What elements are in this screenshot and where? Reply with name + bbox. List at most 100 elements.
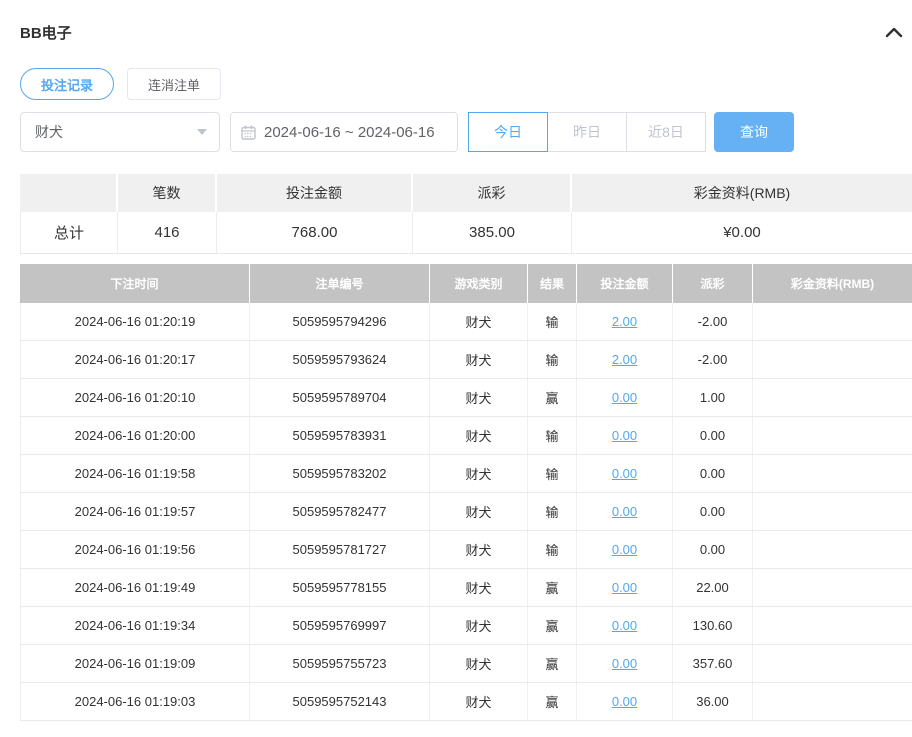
bet-amount-link[interactable]: 0.00 [612,466,637,481]
order-number-cell: 5059595769997 [250,607,430,644]
bonus-info-cell [753,417,912,454]
bet-amount-cell: 0.00 [577,417,673,454]
payout-cell: 0.00 [673,455,753,492]
bet-records-table: 下注时间注单编号游戏类别结果投注金额派彩彩金资料(RMB) 2024-06-16… [20,264,912,721]
payout-cell: 0.00 [673,531,753,568]
bet-time-cell: 2024-06-16 01:19:03 [20,683,250,720]
today-button[interactable]: 今日 [468,112,548,152]
bet-time-cell: 2024-06-16 01:20:19 [20,303,250,340]
bet-amount-cell: 0.00 [577,493,673,530]
total-count: 416 [118,212,217,253]
record-type-tabs: 投注记录 连消注单 [20,68,912,100]
bet-time-cell: 2024-06-16 01:19:49 [20,569,250,606]
table-row: 2024-06-16 01:20:105059595789704财犬赢0.001… [20,379,912,417]
game-type-cell: 财犬 [430,607,528,644]
bet-amount-cell: 2.00 [577,303,673,340]
payout-cell: -2.00 [673,303,753,340]
game-type-cell: 财犬 [430,493,528,530]
table-row: 2024-06-16 01:19:575059595782477财犬输0.000… [20,493,912,531]
bet-amount-link[interactable]: 0.00 [612,428,637,443]
table-header-row: 下注时间注单编号游戏类别结果投注金额派彩彩金资料(RMB) [20,264,912,303]
table-body: 2024-06-16 01:20:195059595794296财犬输2.00-… [20,303,912,721]
bet-time-cell: 2024-06-16 01:19:09 [20,645,250,682]
bonus-info-cell [753,493,912,530]
bonus-info-cell [753,303,912,340]
bet-amount-link[interactable]: 2.00 [612,314,637,329]
bet-amount-cell: 0.00 [577,683,673,720]
bonus-info-cell [753,531,912,568]
column-header-order-number: 注单编号 [250,264,430,303]
bet-time-cell: 2024-06-16 01:19:57 [20,493,250,530]
order-number-cell: 5059595755723 [250,645,430,682]
collapse-button[interactable] [884,24,904,40]
bonus-info-cell [753,455,912,492]
game-select-value: 财犬 [35,122,63,142]
game-select[interactable]: 财犬 [20,112,220,152]
bet-amount-cell: 0.00 [577,455,673,492]
yesterday-button[interactable]: 昨日 [547,112,627,152]
payout-cell: 1.00 [673,379,753,416]
last-8-days-button[interactable]: 近8日 [626,112,706,152]
chevron-up-icon [885,26,903,38]
column-header-result: 结果 [528,264,577,303]
bet-amount-link[interactable]: 0.00 [612,618,637,633]
bet-amount-link[interactable]: 0.00 [612,694,637,709]
bet-amount-link[interactable]: 2.00 [612,352,637,367]
tab-label: 连消注单 [148,75,200,94]
order-number-cell: 5059595752143 [250,683,430,720]
bonus-info-cell [753,645,912,682]
result-cell: 赢 [528,645,577,682]
quick-date-buttons: 今日 昨日 近8日 [468,112,706,152]
bet-time-cell: 2024-06-16 01:19:56 [20,531,250,568]
tab-cancelled-orders[interactable]: 连消注单 [127,68,221,100]
bet-amount-link[interactable]: 0.00 [612,504,637,519]
summary-header-row: 笔数 投注金额 派彩 彩金资料(RMB) [20,174,912,212]
total-label: 总计 [20,212,118,253]
summary-total-row: 总计 416 768.00 385.00 ¥0.00 [20,212,912,254]
order-number-cell: 5059595793624 [250,341,430,378]
summary-header-blank [20,174,118,212]
payout-cell: 130.60 [673,607,753,644]
game-type-cell: 财犬 [430,683,528,720]
game-type-cell: 财犬 [430,417,528,454]
date-range-value: 2024-06-16 ~ 2024-06-16 [264,124,435,141]
summary-header-count: 笔数 [118,174,217,212]
order-number-cell: 5059595794296 [250,303,430,340]
search-button[interactable]: 查询 [714,112,794,152]
result-cell: 输 [528,341,577,378]
bet-time-cell: 2024-06-16 01:19:34 [20,607,250,644]
bonus-info-cell [753,569,912,606]
column-header-bonus-info: 彩金资料(RMB) [753,264,912,303]
game-type-cell: 财犬 [430,455,528,492]
filter-bar: 财犬 2024-06-16 ~ 2024-06-16 今日 昨日 近8日 [20,112,912,152]
order-number-cell: 5059595783931 [250,417,430,454]
panel-header: BB电子 [20,22,912,42]
table-row: 2024-06-16 01:20:005059595783931财犬输0.000… [20,417,912,455]
result-cell: 赢 [528,379,577,416]
game-type-cell: 财犬 [430,303,528,340]
table-row: 2024-06-16 01:19:495059595778155财犬赢0.002… [20,569,912,607]
total-payout: 385.00 [413,212,572,253]
game-type-cell: 财犬 [430,569,528,606]
date-range-picker[interactable]: 2024-06-16 ~ 2024-06-16 [230,112,458,152]
game-type-cell: 财犬 [430,341,528,378]
total-bet-amount: 768.00 [217,212,413,253]
bet-amount-link[interactable]: 0.00 [612,542,637,557]
tab-label: 投注记录 [41,75,93,94]
order-number-cell: 5059595781727 [250,531,430,568]
bet-amount-link[interactable]: 0.00 [612,390,637,405]
payout-cell: 36.00 [673,683,753,720]
table-row: 2024-06-16 01:20:195059595794296财犬输 2.00 -… [20,303,912,341]
last-8-days-button-label: 近8日 [648,122,684,142]
bet-amount-link[interactable]: 0.00 [612,656,637,671]
table-row: 2024-06-16 01:19:565059595781727财犬输0.000… [20,531,912,569]
tab-betting-records[interactable]: 投注记录 [20,68,114,100]
payout-cell: 22.00 [673,569,753,606]
payout-cell: -2.00 [673,341,753,378]
total-bonus: ¥0.00 [572,212,912,253]
bet-amount-link[interactable]: 0.00 [612,580,637,595]
column-header-bet-amount: 投注金额 [577,264,673,303]
result-cell: 输 [528,303,577,340]
bonus-info-cell [753,379,912,416]
bet-amount-cell: 2.00 [577,341,673,378]
